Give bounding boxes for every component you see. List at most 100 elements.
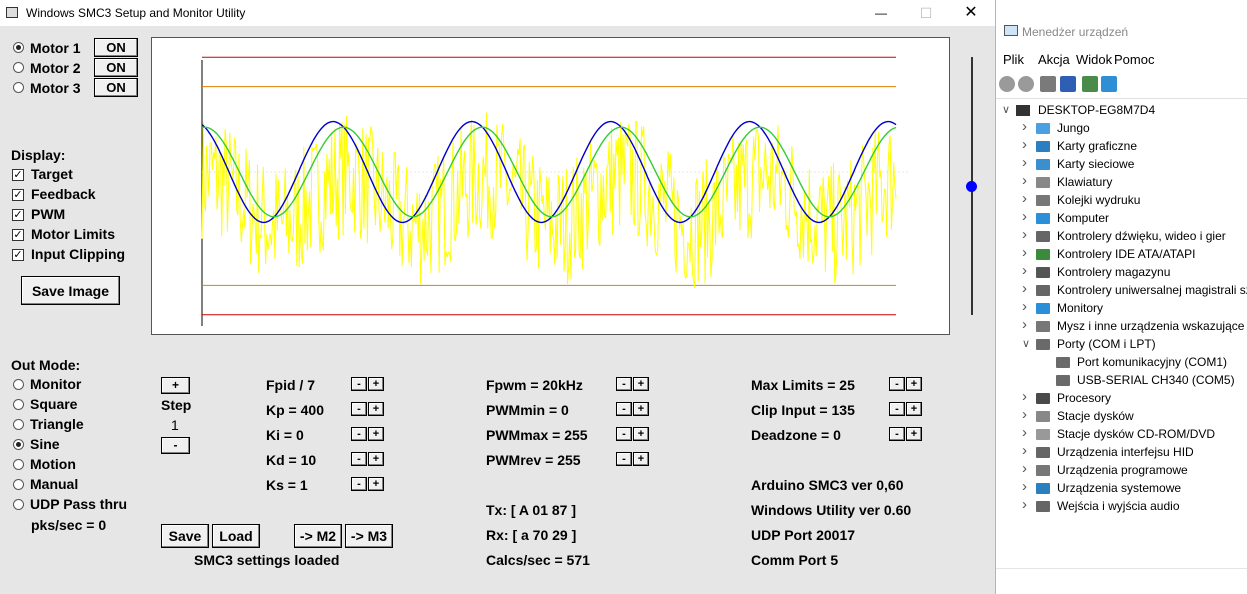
tree-item[interactable]: › Karty graficzne [996,136,1247,156]
tree-item[interactable]: › Mysz i inne urządzenia wskazujące [996,316,1247,336]
param-fpwm-increment-button[interactable]: + [633,377,649,391]
save-image-button[interactable]: Save Image [21,276,120,305]
tree-item[interactable]: › Kolejki wydruku [996,190,1247,210]
minimize-button[interactable]: — [858,0,904,26]
param-fpid-decrement-button[interactable]: - [351,377,367,391]
copy-to-m3-button[interactable]: -> M3 [345,524,393,548]
tree-item[interactable]: › Monitory [996,298,1247,318]
tree-item[interactable]: › Klawiatury [996,172,1247,192]
param-pwmmin-increment-button[interactable]: + [633,402,649,416]
param-fpid-increment-button[interactable]: + [368,377,384,391]
tree-item[interactable]: › Kontrolery dźwięku, wideo i gier [996,226,1247,246]
sine-label[interactable]: Sine [30,436,60,452]
param-kp-decrement-button[interactable]: - [351,402,367,416]
load-button[interactable]: Load [212,524,260,548]
manual-radio[interactable] [13,479,24,490]
tree-item[interactable]: › Urządzenia systemowe [996,478,1247,498]
chevron-down-icon[interactable]: ∨ [1002,103,1010,116]
chevron-right-icon[interactable]: › [1022,388,1027,405]
param-deadzone-increment-button[interactable]: + [906,427,922,441]
pwm-checkbox[interactable]: ✓ [12,209,24,221]
chevron-right-icon[interactable]: › [1022,172,1027,189]
slider-thumb[interactable] [966,181,977,192]
monitor-icon[interactable] [1101,76,1117,92]
update-driver-icon[interactable] [1082,76,1098,92]
tree-item[interactable]: ∨ Porty (COM i LPT) [996,336,1247,354]
param-kd-decrement-button[interactable]: - [351,452,367,466]
motion-label[interactable]: Motion [30,456,76,472]
feedback-label[interactable]: Feedback [31,186,96,202]
param-ki-decrement-button[interactable]: - [351,427,367,441]
tree-item[interactable]: › Urządzenia programowe [996,460,1247,480]
param-pwmrev-decrement-button[interactable]: - [616,452,632,466]
target-checkbox[interactable]: ✓ [12,169,24,181]
chevron-right-icon[interactable]: › [1022,460,1027,477]
param-fpwm-decrement-button[interactable]: - [616,377,632,391]
motor-limits-label[interactable]: Motor Limits [31,226,115,242]
param-max-increment-button[interactable]: + [906,377,922,391]
chevron-right-icon[interactable]: › [1022,226,1027,243]
back-icon[interactable] [999,76,1015,92]
manual-label[interactable]: Manual [30,476,78,492]
sine-radio[interactable] [13,439,24,450]
chevron-down-icon[interactable]: ∨ [1022,337,1030,350]
param-ki-increment-button[interactable]: + [368,427,384,441]
param-ks-increment-button[interactable]: + [368,477,384,491]
input-clipping-checkbox[interactable]: ✓ [12,249,24,261]
menu-pomoc[interactable]: Pomoc [1114,52,1154,67]
motor-2-on-button[interactable]: ON [94,58,138,77]
param-pwmrev-increment-button[interactable]: + [633,452,649,466]
tree-root[interactable]: ∨ DESKTOP-EG8M7D4 [996,102,1247,120]
chevron-right-icon[interactable]: › [1022,406,1027,423]
step-minus-button[interactable]: - [161,437,190,454]
motor-limits-checkbox[interactable]: ✓ [12,229,24,241]
motor-3-label[interactable]: Motor 3 [30,80,81,96]
param-kd-increment-button[interactable]: + [368,452,384,466]
input-clipping-label[interactable]: Input Clipping [31,246,125,262]
tree-child-item[interactable]: Port komunikacyjny (COM1) [996,354,1247,372]
motor-2-radio[interactable] [13,62,24,73]
target-label[interactable]: Target [31,166,73,182]
menu-widok[interactable]: Widok [1076,52,1112,67]
dm-hscrollbar[interactable] [996,568,1247,589]
udp-pass-thru-label[interactable]: UDP Pass thru [30,496,127,512]
param-pwmmin-decrement-button[interactable]: - [616,402,632,416]
chevron-right-icon[interactable]: › [1022,280,1027,297]
tree-item[interactable]: › Stacje dysków CD-ROM/DVD [996,424,1247,444]
square-radio[interactable] [13,399,24,410]
forward-icon[interactable] [1018,76,1034,92]
tree-item[interactable]: › Jungo [996,118,1247,138]
tree-item[interactable]: › Wejścia i wyjścia audio [996,496,1247,516]
param-kp-increment-button[interactable]: + [368,402,384,416]
chevron-right-icon[interactable]: › [1022,136,1027,153]
chevron-right-icon[interactable]: › [1022,316,1027,333]
tree-child-item[interactable]: USB-SERIAL CH340 (COM5) [996,372,1247,390]
pwm-label[interactable]: PWM [31,206,65,222]
tree-item[interactable]: › Karty sieciowe [996,154,1247,174]
chevron-right-icon[interactable]: › [1022,478,1027,495]
param-max-decrement-button[interactable]: - [889,377,905,391]
menu-plik[interactable]: Plik [1003,52,1024,67]
chevron-right-icon[interactable]: › [1022,244,1027,261]
motor-1-label[interactable]: Motor 1 [30,40,81,56]
chevron-right-icon[interactable]: › [1022,298,1027,315]
tree-item[interactable]: › Komputer [996,208,1247,228]
close-button[interactable]: ✕ [948,0,994,26]
feedback-checkbox[interactable]: ✓ [12,189,24,201]
tree-item[interactable]: › Kontrolery magazynu [996,262,1247,282]
param-deadzone-decrement-button[interactable]: - [889,427,905,441]
motor-3-radio[interactable] [13,82,24,93]
param-pwmmax-increment-button[interactable]: + [633,427,649,441]
chevron-right-icon[interactable]: › [1022,262,1027,279]
monitor-radio[interactable] [13,379,24,390]
motor-2-label[interactable]: Motor 2 [30,60,81,76]
triangle-label[interactable]: Triangle [30,416,84,432]
tree-item[interactable]: › Stacje dysków [996,406,1247,426]
square-label[interactable]: Square [30,396,77,412]
menu-akcja[interactable]: Akcja [1038,52,1070,67]
motor-1-radio[interactable] [13,42,24,53]
motion-radio[interactable] [13,459,24,470]
param-pwmmax-decrement-button[interactable]: - [616,427,632,441]
tree-item[interactable]: › Kontrolery uniwersalnej magistrali sz [996,280,1247,300]
motor-3-on-button[interactable]: ON [94,78,138,97]
